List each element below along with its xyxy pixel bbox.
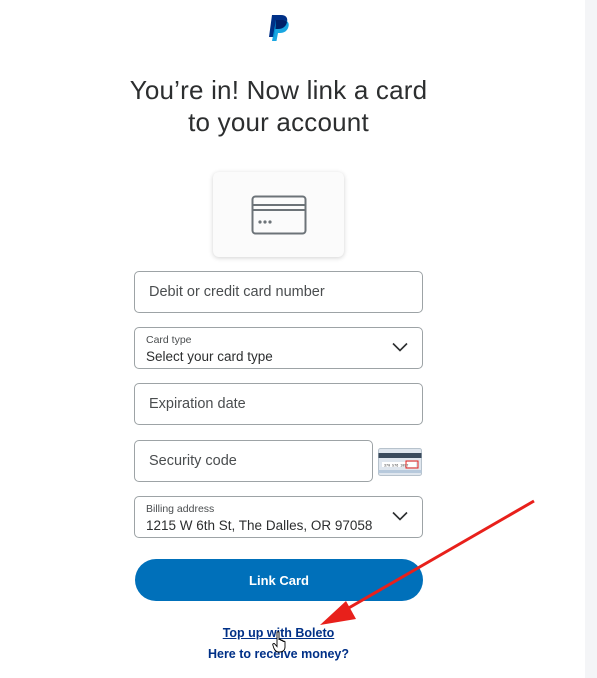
credit-card-icon [251,195,306,234]
cvv-sample-text: 370 576 1057 [384,464,408,468]
page-title-line-1: You’re in! Now link a card [129,75,428,105]
chevron-down-icon [392,342,408,352]
page-title: You’re in! Now link a card to your accou… [0,74,557,138]
billing-address-label: Billing address [146,503,215,515]
page-right-edge [585,0,597,678]
card-number-field[interactable]: Debit or credit card number [134,271,423,313]
page-title-line-2: to your account [188,107,369,137]
security-code-field[interactable]: Security code [134,440,373,482]
expiration-date-placeholder: Expiration date [149,396,246,412]
card-type-label: Card type [146,334,192,346]
card-back-cvv-icon: 370 576 1057 [378,448,422,476]
card-type-value: Select your card type [146,349,273,364]
security-code-placeholder: Security code [149,453,237,469]
hand-cursor-icon [272,631,286,653]
card-number-placeholder: Debit or credit card number [149,284,325,300]
card-type-select[interactable]: Card type Select your card type [134,327,423,369]
card-illustration [213,172,344,257]
paypal-logo-icon [269,15,289,41]
annotation-arrow-icon [320,499,535,625]
expiration-date-field[interactable]: Expiration date [134,383,423,425]
